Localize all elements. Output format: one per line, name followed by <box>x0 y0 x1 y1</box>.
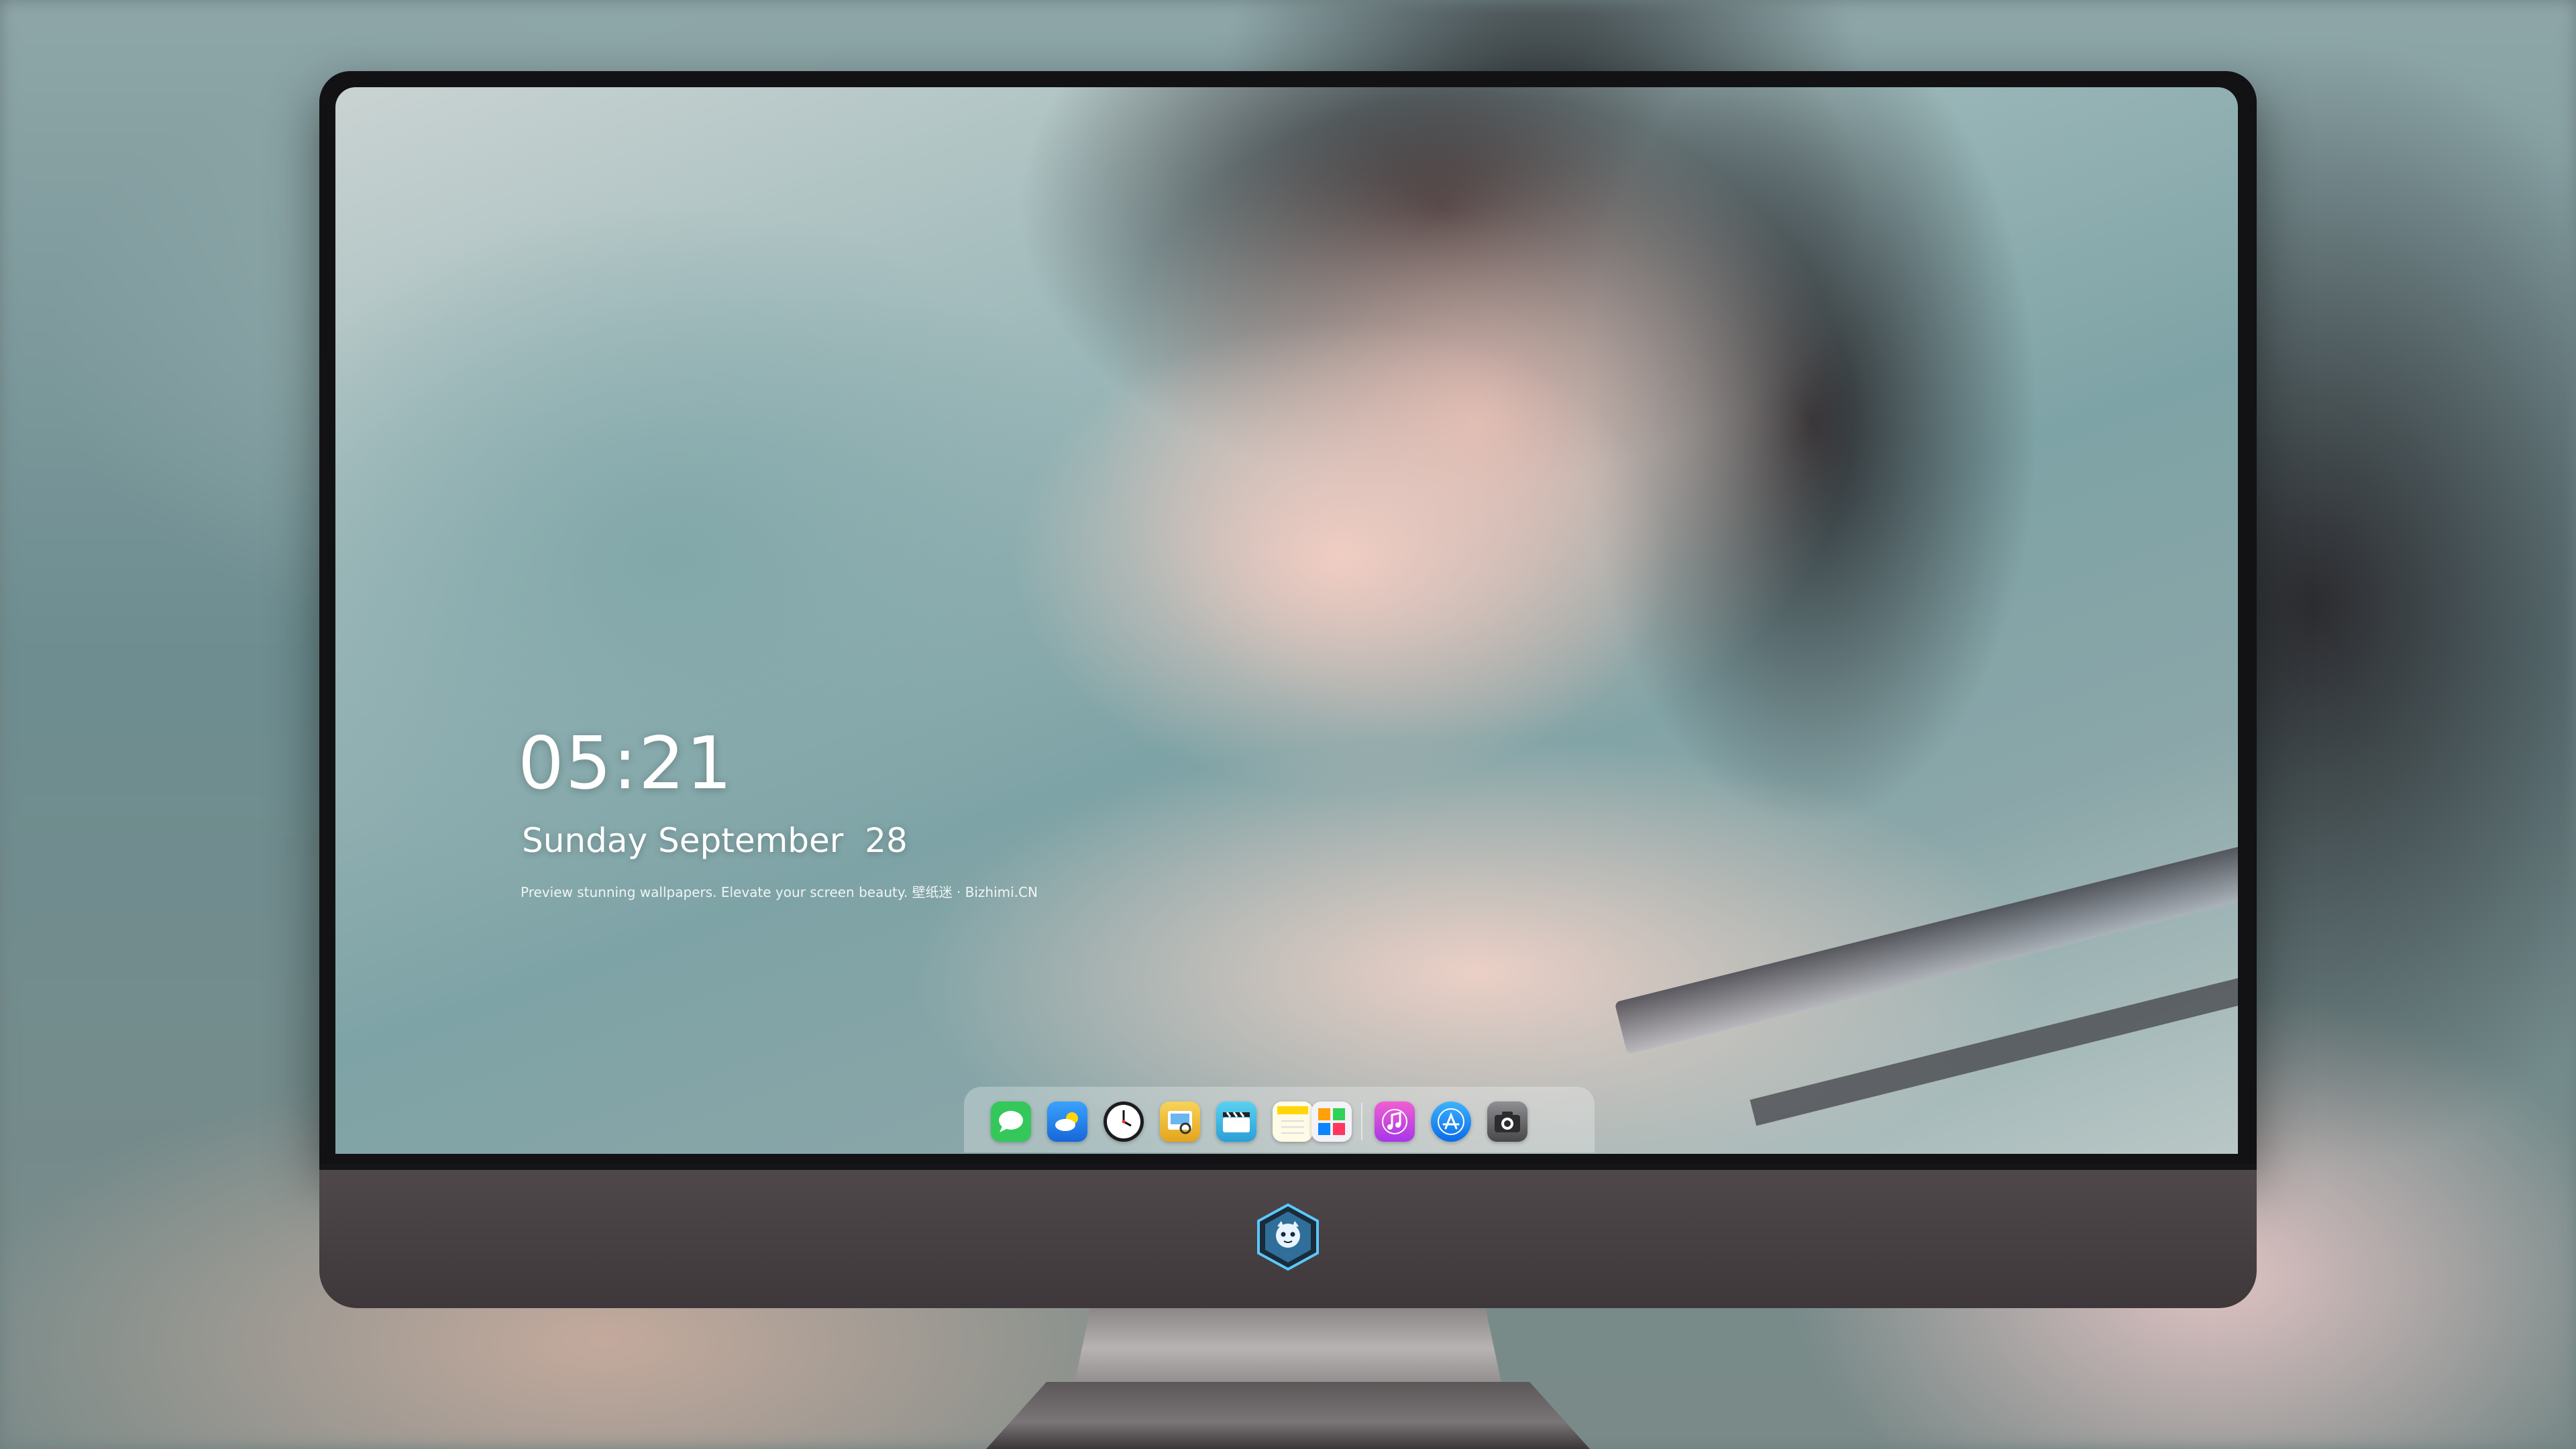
monitor-stand-base <box>986 1382 1590 1449</box>
lock-screen-time: 05:21 <box>518 722 734 806</box>
video-icon[interactable] <box>1216 1102 1256 1142</box>
monitor-stand-neck <box>1073 1308 1503 1389</box>
app-store-icon[interactable] <box>1431 1102 1471 1142</box>
messages-icon[interactable] <box>991 1102 1031 1142</box>
wallpaper-tagline: Preview stunning wallpapers. Elevate you… <box>521 884 1038 900</box>
weather-icon[interactable] <box>1047 1102 1087 1142</box>
dock <box>964 1087 1595 1152</box>
camera-icon[interactable] <box>1487 1102 1527 1142</box>
music-icon[interactable] <box>1375 1102 1415 1142</box>
preview-icon[interactable] <box>1160 1102 1200 1142</box>
desktop-screen: 05:21 Sunday September 28 Preview stunni… <box>335 87 2238 1154</box>
brand-logo-icon <box>1252 1201 1324 1273</box>
dock-divider <box>1361 1103 1362 1140</box>
clock-icon[interactable] <box>1104 1102 1144 1142</box>
lock-screen-date: Sunday September 28 <box>522 821 908 860</box>
notes-icon[interactable] <box>1273 1102 1313 1142</box>
photos-icon[interactable] <box>1311 1102 1352 1142</box>
